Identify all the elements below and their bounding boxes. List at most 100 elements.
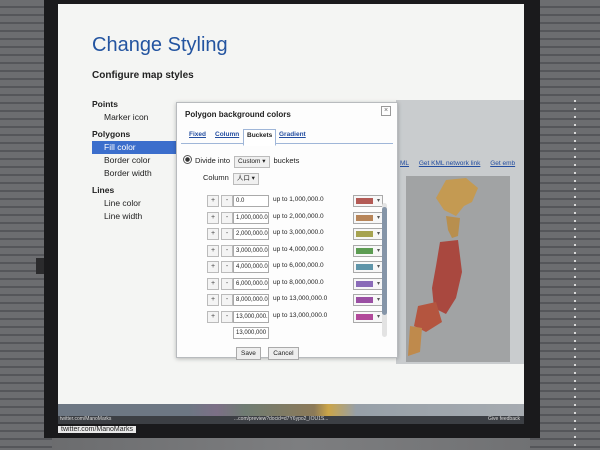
map-links: ML Get KML network link Get emb bbox=[400, 160, 523, 167]
up-to-label: up to bbox=[273, 196, 288, 203]
embed-link[interactable]: Get emb bbox=[490, 160, 515, 167]
kml-link-partial[interactable]: ML bbox=[400, 160, 409, 167]
tab-gradient[interactable]: Gradient bbox=[279, 131, 306, 138]
column-label: Column bbox=[203, 173, 229, 182]
remove-bucket-button[interactable]: - bbox=[221, 310, 233, 323]
chevron-down-icon: ▾ bbox=[376, 247, 380, 254]
feedback-link[interactable]: Give feedback bbox=[488, 416, 520, 422]
bucket-max-label: up to 1,000,000.0 bbox=[273, 196, 324, 203]
scrollbar-thumb[interactable] bbox=[382, 207, 387, 315]
browser-status-bar: twitter.com/ManoMarks ...com/preview?doc… bbox=[58, 416, 524, 424]
projected-slide: Change Styling Configure map styles Poin… bbox=[58, 4, 524, 424]
chevron-down-icon: ▾ bbox=[376, 280, 380, 287]
remove-bucket-button[interactable]: - bbox=[221, 261, 233, 273]
chevron-down-icon: ▾ bbox=[376, 297, 380, 303]
add-bucket-button[interactable]: + bbox=[207, 211, 219, 224]
buckets-label: buckets bbox=[273, 156, 300, 165]
tab-fixed[interactable]: Fixed bbox=[189, 131, 206, 138]
color-picker[interactable]: ▾ bbox=[353, 277, 383, 290]
add-bucket-button[interactable]: + bbox=[207, 244, 219, 257]
color-swatch bbox=[356, 247, 373, 254]
up-to-label: up to bbox=[273, 311, 288, 319]
remove-bucket-button[interactable]: - bbox=[221, 244, 233, 257]
bucket-max-label: up to 3,000,000.0 bbox=[273, 229, 324, 236]
color-picker[interactable]: ▾ bbox=[353, 294, 383, 306]
column-select-value: 人口 bbox=[236, 175, 250, 182]
color-picker[interactable]: ▾ bbox=[353, 228, 383, 240]
map-panel: ML Get KML network link Get emb bbox=[396, 100, 524, 364]
bucket-min-field[interactable]: 8,000,000.0 bbox=[233, 294, 269, 306]
bucket-max-label: up to 13,000,000.0 bbox=[273, 312, 327, 319]
tab-column[interactable]: Column bbox=[215, 131, 239, 138]
color-swatch bbox=[356, 198, 373, 204]
chevron-down-icon: ▾ bbox=[376, 231, 380, 237]
cancel-button[interactable]: Cancel bbox=[268, 347, 299, 360]
color-picker[interactable]: ▾ bbox=[353, 211, 383, 224]
japan-map[interactable] bbox=[406, 176, 510, 362]
bucket-min-field[interactable]: 4,000,000.0 bbox=[233, 261, 269, 273]
column-row: Column 人口 ▾ bbox=[203, 173, 263, 185]
bucket-max-label: up to 4,000,000.0 bbox=[273, 246, 324, 253]
bucket-min-field[interactable]: 2,000,000.0 bbox=[233, 228, 269, 240]
divide-radio-button[interactable] bbox=[183, 155, 192, 164]
bucket-min-field[interactable]: 6,000,000.0 bbox=[233, 277, 269, 290]
remove-bucket-button[interactable]: - bbox=[221, 195, 233, 207]
close-icon[interactable]: × bbox=[381, 106, 391, 116]
bucket-max-label: up to 6,000,000.0 bbox=[273, 262, 324, 269]
bucket-min-field[interactable]: 0.0 bbox=[233, 195, 269, 207]
bucket-min-field[interactable]: 1,000,000.0 bbox=[233, 211, 269, 224]
remove-bucket-button[interactable]: - bbox=[221, 294, 233, 306]
kml-network-link[interactable]: Get KML network link bbox=[419, 160, 481, 167]
bucket-min-field[interactable]: 13,000,000.0 bbox=[233, 310, 269, 323]
window-blind-right bbox=[530, 0, 600, 450]
color-picker[interactable]: ▾ bbox=[353, 244, 383, 257]
color-swatch bbox=[356, 297, 373, 303]
up-to-label: up to bbox=[273, 295, 288, 302]
dialog-actions: Save Cancel bbox=[236, 342, 302, 360]
bucket-count-value: Custom bbox=[238, 158, 261, 165]
bucket-max-value: 13,000,000.0 bbox=[289, 295, 328, 302]
chevron-down-icon: ▾ bbox=[376, 313, 380, 320]
divide-mode-row: Divide into Custom ▾ buckets bbox=[183, 155, 299, 168]
bucket-max-label: up to 8,000,000.0 bbox=[273, 279, 324, 286]
color-swatch bbox=[356, 264, 373, 270]
bucket-last-field[interactable]: 13,000,000 bbox=[233, 327, 269, 339]
add-bucket-button[interactable]: + bbox=[207, 195, 219, 207]
japan-map-graphic bbox=[406, 176, 510, 362]
add-bucket-button[interactable]: + bbox=[207, 310, 219, 323]
remove-bucket-button[interactable]: - bbox=[221, 211, 233, 224]
polygon-colors-dialog: Polygon background colors × Fixed Column… bbox=[176, 102, 398, 358]
bucket-max-value: 13,000,000.0 bbox=[289, 311, 328, 319]
chevron-down-icon: ▾ bbox=[376, 198, 380, 204]
up-to-label: up to bbox=[273, 262, 288, 269]
add-bucket-button[interactable]: + bbox=[207, 277, 219, 290]
bucket-max-value: 6,000,000.0 bbox=[289, 262, 324, 269]
bucket-count-select[interactable]: Custom ▾ bbox=[234, 156, 270, 168]
sidebar-item-fill-color[interactable]: Fill color bbox=[92, 141, 184, 154]
add-bucket-button[interactable]: + bbox=[207, 294, 219, 306]
status-url: ...com/preview?docid=d7Y6ypo2_IOU1S... bbox=[234, 416, 329, 422]
chevron-down-icon: ▾ bbox=[262, 158, 266, 165]
column-select[interactable]: 人口 ▾ bbox=[232, 173, 259, 185]
color-swatch bbox=[356, 231, 373, 237]
up-to-label: up to bbox=[273, 245, 288, 253]
bucket-max-value: 4,000,000.0 bbox=[289, 245, 324, 253]
add-bucket-button[interactable]: + bbox=[207, 261, 219, 273]
tab-buckets[interactable]: Buckets bbox=[243, 129, 277, 146]
chevron-down-icon: ▾ bbox=[251, 175, 255, 182]
chevron-down-icon: ▾ bbox=[376, 264, 380, 270]
save-button[interactable]: Save bbox=[236, 347, 261, 360]
remove-bucket-button[interactable]: - bbox=[221, 277, 233, 290]
divide-label: Divide into bbox=[195, 156, 231, 165]
bucket-min-field[interactable]: 3,000,000.0 bbox=[233, 244, 269, 257]
remove-bucket-button[interactable]: - bbox=[221, 228, 233, 240]
color-picker[interactable]: ▾ bbox=[353, 261, 383, 273]
color-picker[interactable]: ▾ bbox=[353, 310, 383, 323]
add-bucket-button[interactable]: + bbox=[207, 228, 219, 240]
color-picker[interactable]: ▾ bbox=[353, 195, 383, 207]
light-strip bbox=[574, 100, 576, 450]
taskbar-strip bbox=[58, 404, 524, 416]
chevron-down-icon: ▾ bbox=[376, 214, 380, 221]
color-swatch bbox=[356, 214, 373, 221]
dialog-scrollbar[interactable] bbox=[382, 203, 387, 337]
